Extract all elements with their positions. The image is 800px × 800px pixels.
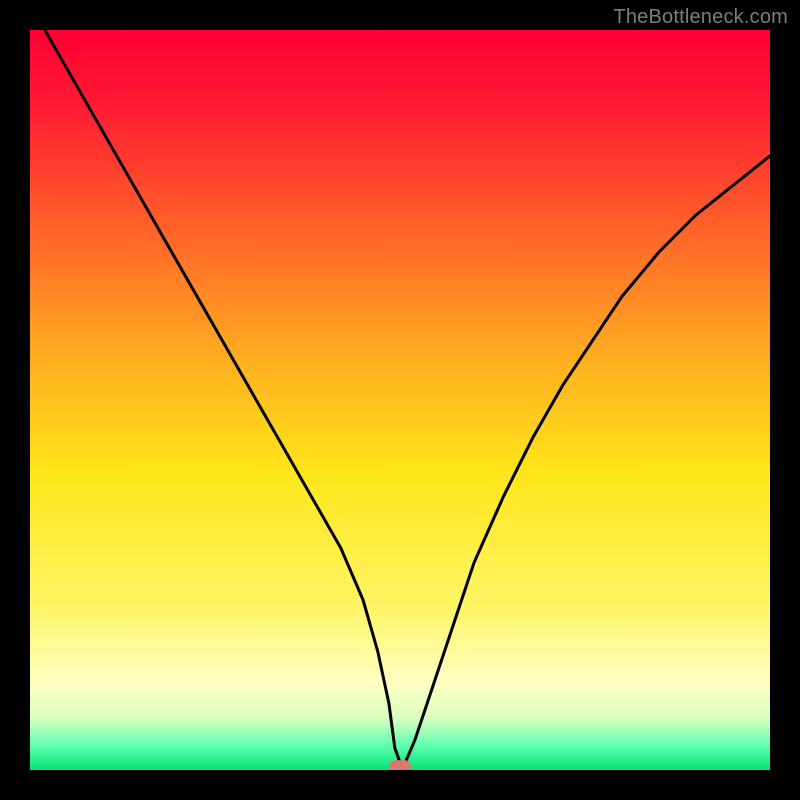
plot-area xyxy=(30,30,770,770)
chart-svg xyxy=(30,30,770,770)
optimal-point-marker xyxy=(389,760,411,770)
chart-frame: TheBottleneck.com xyxy=(0,0,800,800)
gradient-background xyxy=(30,30,770,770)
watermark-text: TheBottleneck.com xyxy=(613,6,788,29)
